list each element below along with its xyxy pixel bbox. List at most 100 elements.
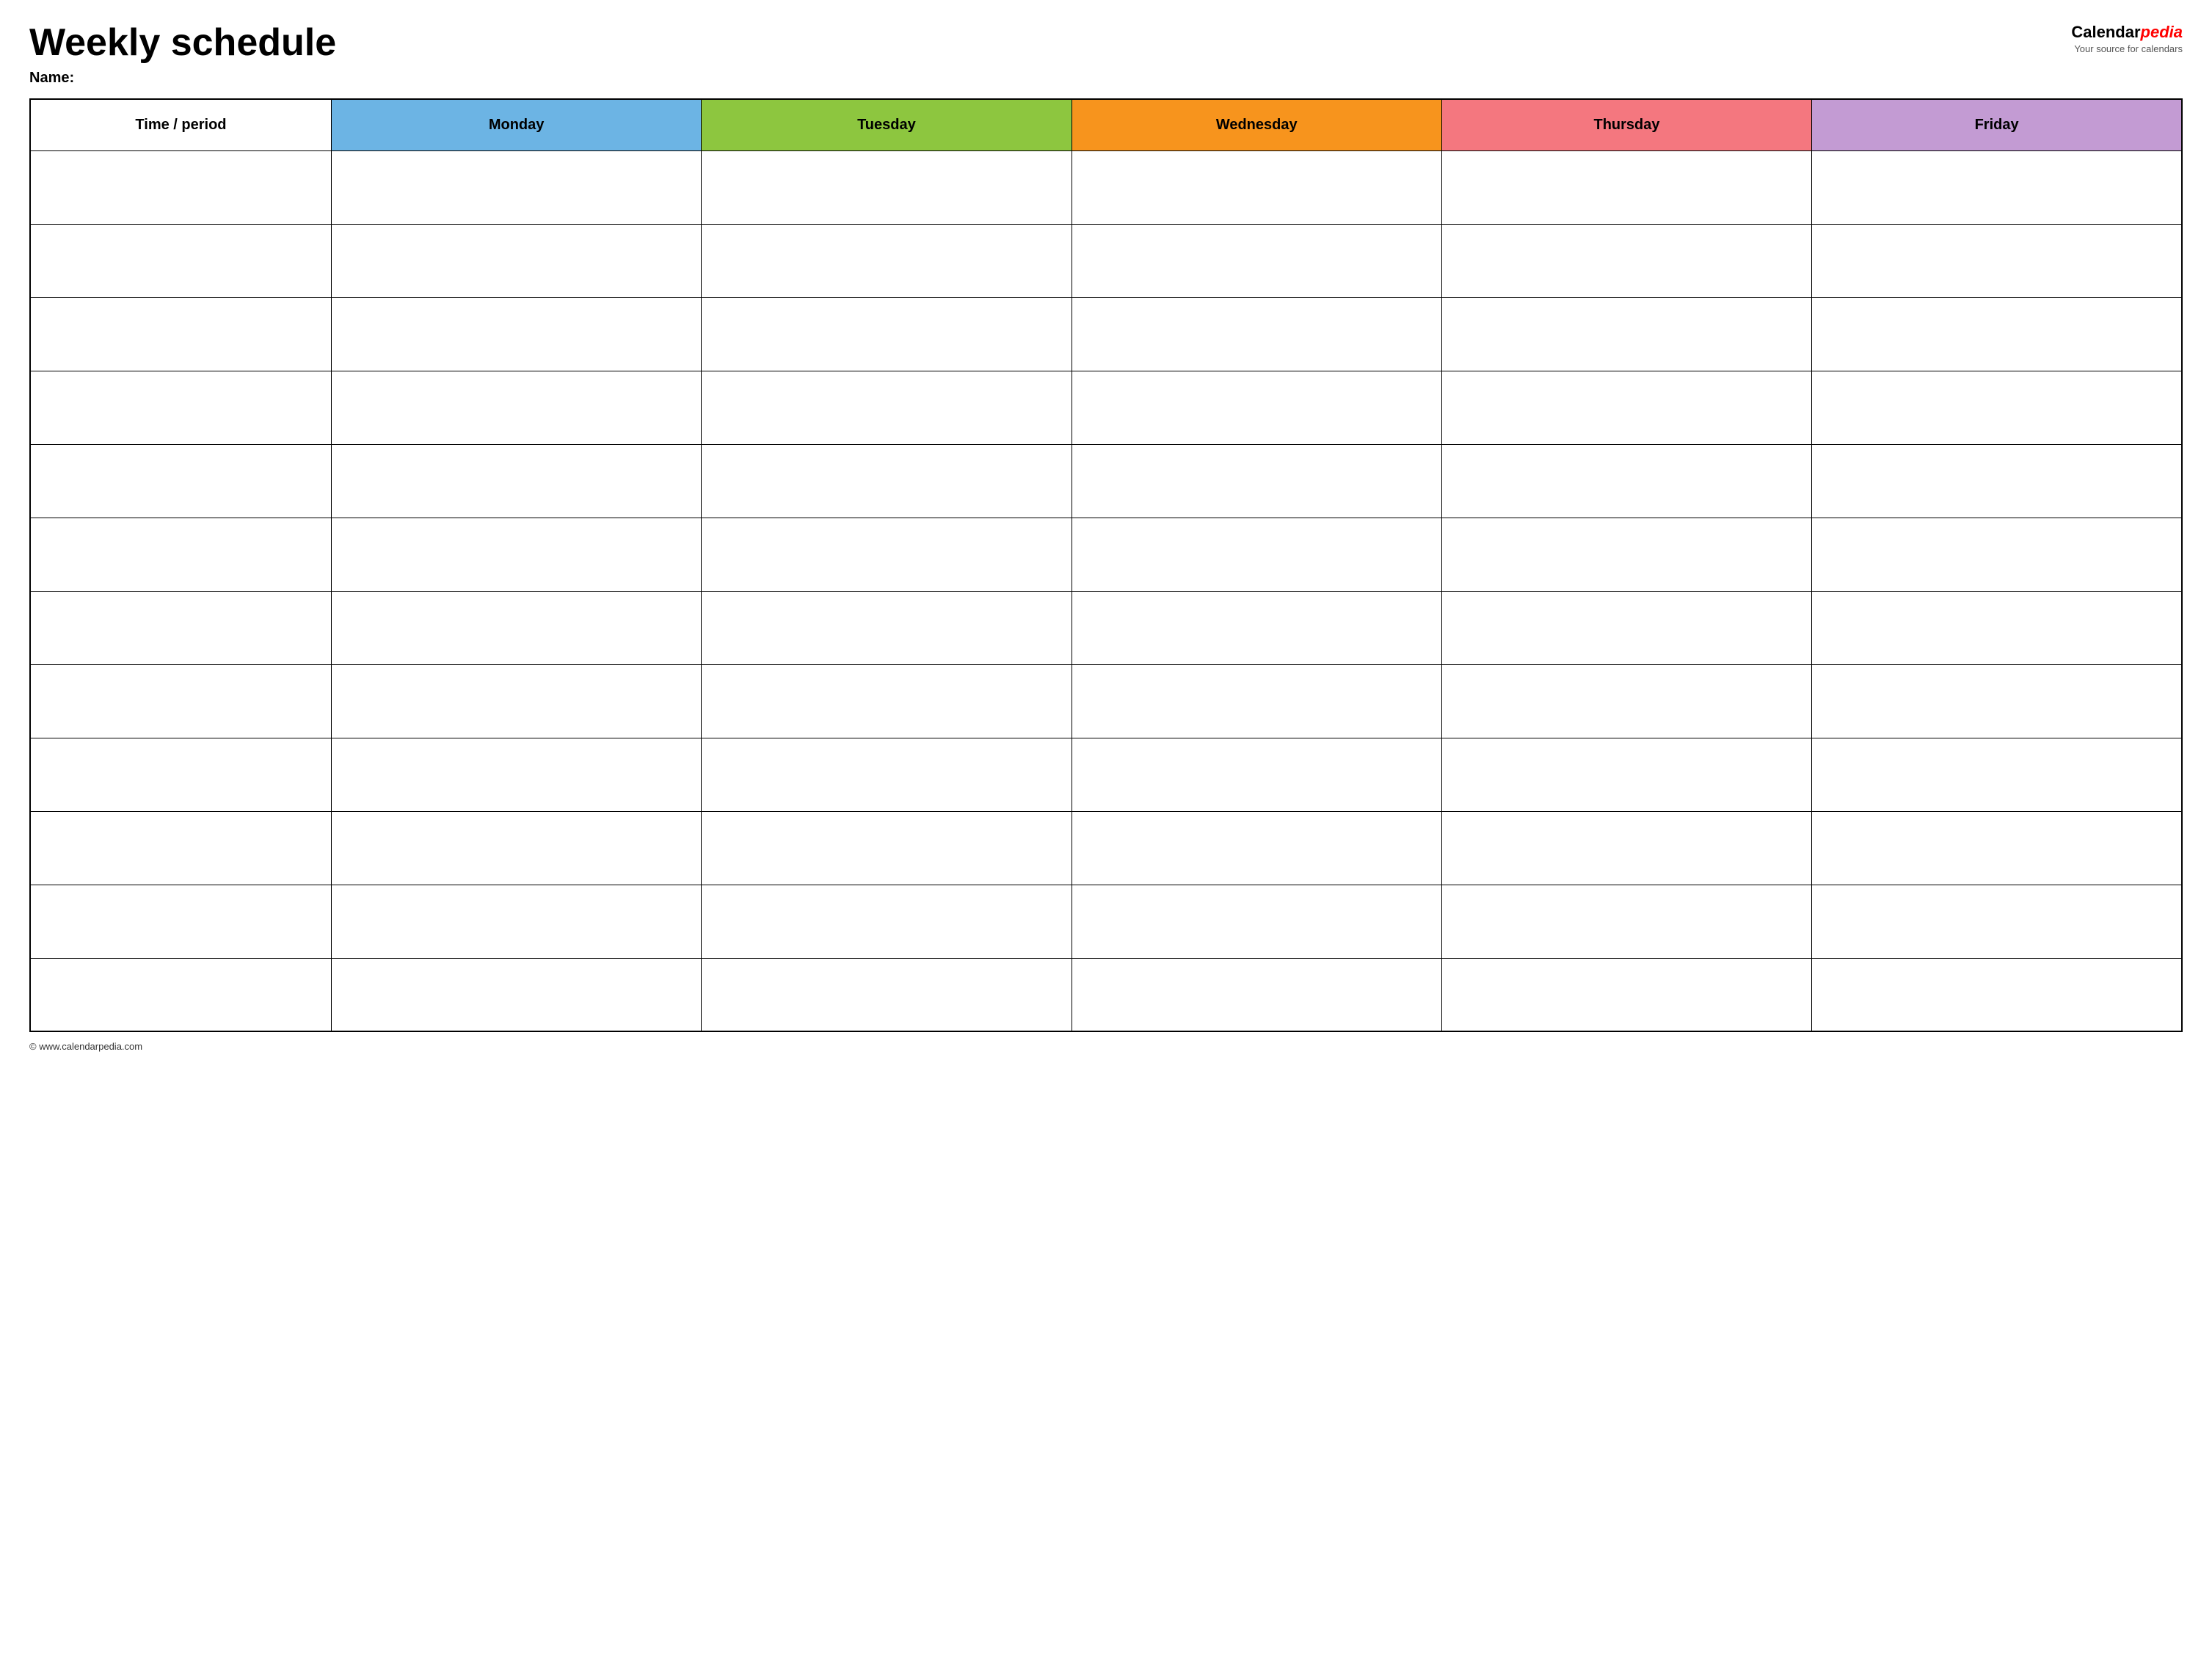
- schedule-cell[interactable]: [331, 958, 701, 1031]
- schedule-cell[interactable]: [1441, 811, 1811, 885]
- logo-pedia-part: pedia: [2141, 23, 2183, 41]
- schedule-cell[interactable]: [1441, 224, 1811, 297]
- schedule-cell[interactable]: [1072, 958, 1441, 1031]
- schedule-cell[interactable]: [1812, 664, 2182, 738]
- time-cell[interactable]: [30, 518, 331, 591]
- schedule-cell[interactable]: [702, 518, 1072, 591]
- time-cell[interactable]: [30, 224, 331, 297]
- schedule-cell[interactable]: [1072, 738, 1441, 811]
- schedule-cell[interactable]: [331, 371, 701, 444]
- schedule-cell[interactable]: [1812, 811, 2182, 885]
- schedule-table: Time / period Monday Tuesday Wednesday T…: [29, 98, 2183, 1032]
- schedule-cell[interactable]: [702, 591, 1072, 664]
- table-row: [30, 958, 2182, 1031]
- time-cell[interactable]: [30, 664, 331, 738]
- table-row: [30, 738, 2182, 811]
- schedule-cell[interactable]: [702, 444, 1072, 518]
- schedule-cell[interactable]: [1441, 371, 1811, 444]
- logo-tagline: Your source for calendars: [2071, 43, 2183, 56]
- page-title: Weekly schedule: [29, 22, 336, 64]
- schedule-cell[interactable]: [1441, 297, 1811, 371]
- schedule-body: [30, 150, 2182, 1031]
- schedule-cell[interactable]: [1072, 811, 1441, 885]
- footer-url: © www.calendarpedia.com: [29, 1041, 142, 1052]
- schedule-cell[interactable]: [702, 664, 1072, 738]
- schedule-cell[interactable]: [702, 297, 1072, 371]
- schedule-cell[interactable]: [1812, 591, 2182, 664]
- schedule-cell[interactable]: [1812, 297, 2182, 371]
- time-cell[interactable]: [30, 591, 331, 664]
- time-cell[interactable]: [30, 811, 331, 885]
- schedule-cell[interactable]: [1072, 150, 1441, 224]
- logo-calendar-part: Calendar: [2071, 23, 2140, 41]
- time-cell[interactable]: [30, 297, 331, 371]
- schedule-cell[interactable]: [702, 224, 1072, 297]
- schedule-cell[interactable]: [702, 811, 1072, 885]
- header-time: Time / period: [30, 99, 331, 150]
- table-row: [30, 224, 2182, 297]
- header-tuesday: Tuesday: [702, 99, 1072, 150]
- table-row: [30, 811, 2182, 885]
- schedule-cell[interactable]: [1812, 371, 2182, 444]
- schedule-cell[interactable]: [1441, 150, 1811, 224]
- table-row: [30, 150, 2182, 224]
- schedule-cell[interactable]: [1441, 885, 1811, 958]
- schedule-cell[interactable]: [702, 150, 1072, 224]
- header-thursday: Thursday: [1441, 99, 1811, 150]
- schedule-cell[interactable]: [1072, 444, 1441, 518]
- table-row: [30, 444, 2182, 518]
- name-label: Name:: [29, 70, 336, 87]
- schedule-cell[interactable]: [1072, 664, 1441, 738]
- schedule-cell[interactable]: [331, 224, 701, 297]
- header-row: Time / period Monday Tuesday Wednesday T…: [30, 99, 2182, 150]
- time-cell[interactable]: [30, 444, 331, 518]
- schedule-cell[interactable]: [331, 885, 701, 958]
- schedule-cell[interactable]: [331, 297, 701, 371]
- schedule-cell[interactable]: [1072, 297, 1441, 371]
- schedule-cell[interactable]: [1072, 224, 1441, 297]
- schedule-cell[interactable]: [1812, 518, 2182, 591]
- logo-section: Calendarpedia Your source for calendars: [2071, 22, 2183, 55]
- footer: © www.calendarpedia.com: [29, 1041, 2183, 1052]
- schedule-cell[interactable]: [1072, 885, 1441, 958]
- schedule-cell[interactable]: [702, 371, 1072, 444]
- schedule-cell[interactable]: [1441, 518, 1811, 591]
- page-header: Weekly schedule Name: Calendarpedia Your…: [29, 22, 2183, 87]
- schedule-cell[interactable]: [331, 444, 701, 518]
- title-section: Weekly schedule Name:: [29, 22, 336, 87]
- schedule-cell[interactable]: [1441, 591, 1811, 664]
- time-cell[interactable]: [30, 958, 331, 1031]
- schedule-cell[interactable]: [1812, 444, 2182, 518]
- time-cell[interactable]: [30, 371, 331, 444]
- schedule-cell[interactable]: [1812, 224, 2182, 297]
- schedule-cell[interactable]: [702, 738, 1072, 811]
- schedule-cell[interactable]: [331, 591, 701, 664]
- table-row: [30, 371, 2182, 444]
- schedule-cell[interactable]: [331, 811, 701, 885]
- table-row: [30, 591, 2182, 664]
- header-friday: Friday: [1812, 99, 2182, 150]
- time-cell[interactable]: [30, 885, 331, 958]
- schedule-cell[interactable]: [1441, 444, 1811, 518]
- schedule-cell[interactable]: [1812, 738, 2182, 811]
- schedule-cell[interactable]: [331, 518, 701, 591]
- schedule-cell[interactable]: [1441, 664, 1811, 738]
- schedule-cell[interactable]: [1072, 518, 1441, 591]
- schedule-cell[interactable]: [1812, 958, 2182, 1031]
- time-cell[interactable]: [30, 738, 331, 811]
- schedule-cell[interactable]: [331, 664, 701, 738]
- schedule-cell[interactable]: [1812, 885, 2182, 958]
- header-wednesday: Wednesday: [1072, 99, 1441, 150]
- schedule-cell[interactable]: [1072, 591, 1441, 664]
- schedule-cell[interactable]: [331, 738, 701, 811]
- time-cell[interactable]: [30, 150, 331, 224]
- schedule-cell[interactable]: [702, 885, 1072, 958]
- header-monday: Monday: [331, 99, 701, 150]
- schedule-cell[interactable]: [702, 958, 1072, 1031]
- schedule-cell[interactable]: [331, 150, 701, 224]
- schedule-cell[interactable]: [1441, 958, 1811, 1031]
- schedule-cell[interactable]: [1812, 150, 2182, 224]
- schedule-cell[interactable]: [1441, 738, 1811, 811]
- schedule-cell[interactable]: [1072, 371, 1441, 444]
- table-row: [30, 885, 2182, 958]
